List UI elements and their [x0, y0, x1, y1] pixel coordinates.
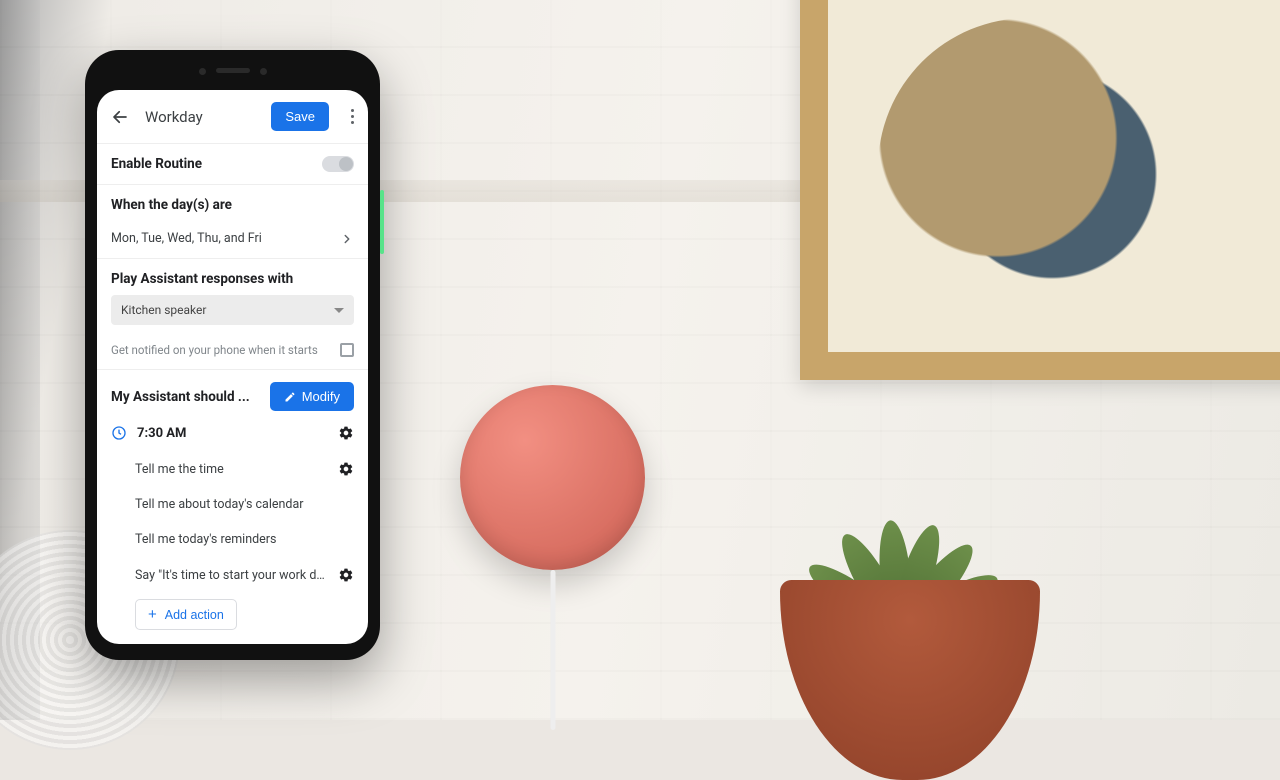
- save-button[interactable]: Save: [271, 102, 329, 131]
- phone-mockup: Workday Save Enable Routine When the day…: [85, 50, 380, 660]
- action-text: Tell me today's reminders: [135, 532, 354, 547]
- save-button-label: Save: [285, 109, 315, 124]
- enable-label: Enable Routine: [111, 156, 202, 172]
- action-item[interactable]: Tell me the time: [111, 451, 354, 487]
- app-screen: Workday Save Enable Routine When the day…: [97, 90, 368, 644]
- plant-pot: [780, 580, 1040, 780]
- gear-icon: [338, 461, 354, 477]
- kebab-icon: [351, 109, 354, 124]
- add-action-button[interactable]: + Add action: [135, 599, 237, 630]
- modify-label: Modify: [302, 389, 340, 404]
- action-settings-button[interactable]: [338, 567, 354, 583]
- action-item[interactable]: Tell me about today's calendar: [111, 487, 354, 522]
- time-row: 7:30 AM: [97, 411, 368, 451]
- clock-icon: [111, 425, 127, 441]
- action-item[interactable]: Say "It's time to start your work day. H…: [111, 557, 354, 593]
- framed-art: [800, 0, 1280, 380]
- speaker-select[interactable]: Kitchen speaker: [111, 295, 354, 325]
- phone-power-button: [380, 190, 384, 254]
- chevron-right-icon: [340, 232, 354, 246]
- notify-checkbox[interactable]: [340, 343, 354, 357]
- gear-icon: [338, 567, 354, 583]
- content-scroll[interactable]: Enable Routine When the day(s) are Mon, …: [97, 144, 368, 644]
- responses-header: Play Assistant responses with: [111, 271, 354, 287]
- add-action-label: Add action: [165, 608, 224, 622]
- page-title: Workday: [145, 108, 257, 126]
- time-value: 7:30 AM: [137, 426, 328, 441]
- phone-sensors: [199, 68, 267, 75]
- app-bar: Workday Save: [97, 90, 368, 144]
- actions-list: Tell me the time Tell me about today's ca…: [97, 451, 368, 642]
- modify-button[interactable]: Modify: [270, 382, 354, 411]
- arrow-left-icon: [111, 108, 129, 126]
- section-responses: Play Assistant responses with Kitchen sp…: [97, 258, 368, 369]
- action-text: Tell me the time: [135, 462, 328, 477]
- caret-down-icon: [334, 308, 344, 318]
- action-settings-button[interactable]: [338, 461, 354, 477]
- overflow-menu-button[interactable]: [349, 107, 356, 126]
- pencil-icon: [284, 391, 296, 403]
- action-item[interactable]: Tell me today's reminders: [111, 522, 354, 557]
- section-assistant: My Assistant should ... Modify 7:30 AM T…: [97, 369, 368, 644]
- gear-icon: [338, 425, 354, 441]
- section-enable: Enable Routine: [97, 144, 368, 184]
- time-settings-button[interactable]: [338, 425, 354, 441]
- plus-icon: +: [148, 607, 157, 622]
- nest-mini-speaker: [460, 385, 645, 570]
- days-row[interactable]: Mon, Tue, Wed, Thu, and Fri: [111, 231, 354, 246]
- back-button[interactable]: [109, 106, 131, 128]
- speaker-selected: Kitchen speaker: [121, 303, 206, 317]
- days-value: Mon, Tue, Wed, Thu, and Fri: [111, 231, 262, 246]
- assistant-header: My Assistant should ...: [111, 389, 250, 405]
- section-days: When the day(s) are Mon, Tue, Wed, Thu, …: [97, 184, 368, 258]
- enable-toggle[interactable]: [322, 156, 354, 172]
- days-header: When the day(s) are: [111, 197, 354, 213]
- action-text: Say "It's time to start your work day. H…: [135, 568, 328, 583]
- action-text: Tell me about today's calendar: [135, 497, 354, 512]
- notify-label: Get notified on your phone when it start…: [111, 343, 318, 357]
